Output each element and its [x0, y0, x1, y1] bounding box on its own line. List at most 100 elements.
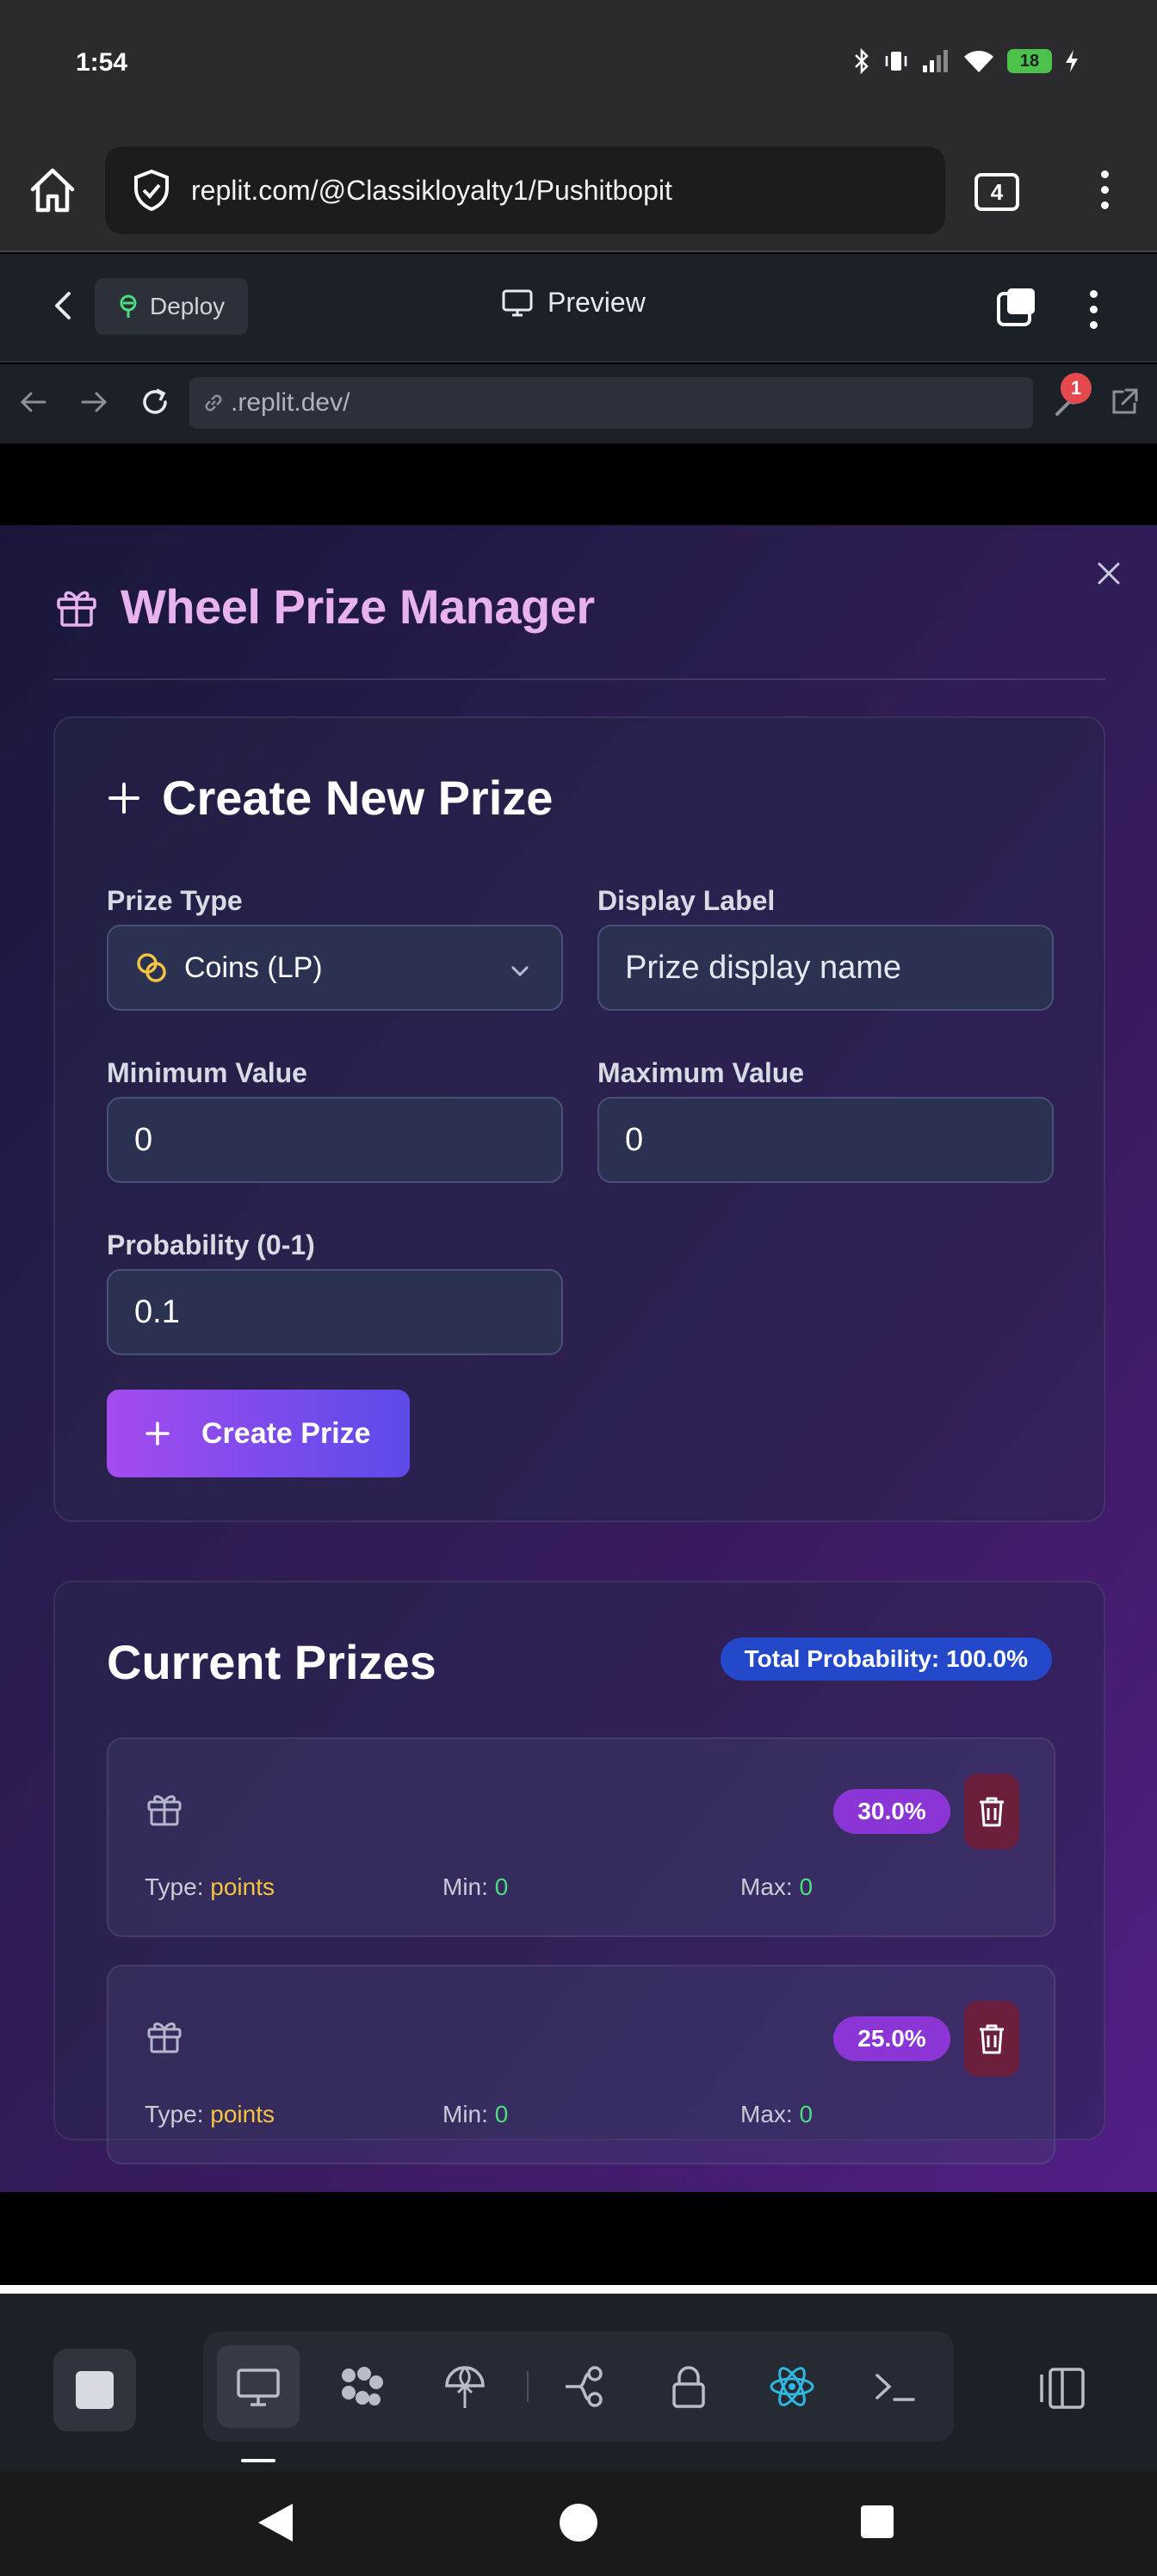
webview-url-text[interactable]: .replit.dev/	[231, 388, 350, 418]
git-branch-icon	[566, 2366, 603, 2407]
current-prizes-title: Current Prizes	[107, 1635, 436, 1689]
nav-back-arrow-icon[interactable]	[15, 385, 50, 419]
browser-menu-icon[interactable]	[1099, 170, 1110, 209]
prize-type-value: points	[210, 2101, 275, 2127]
terminal-icon	[875, 2374, 915, 2401]
signal-icon	[923, 50, 948, 72]
max-value-label: Maximum Value	[597, 1057, 805, 1088]
dock-active-indicator	[241, 2459, 275, 2462]
type-label: Type:	[145, 1873, 204, 1900]
site-security-icon[interactable]	[129, 168, 174, 213]
agent-icon	[342, 2367, 383, 2406]
keyboard-divider	[0, 2285, 1157, 2294]
bluetooth-icon	[855, 48, 869, 74]
prize-type-meta: Type: points	[145, 1873, 275, 1901]
system-recents-icon[interactable]	[861, 2505, 894, 2538]
window-switch-icon[interactable]	[995, 285, 1038, 328]
webview-url-field[interactable]: .replit.dev/	[189, 377, 1033, 429]
gift-icon	[57, 591, 96, 627]
dock-tool-group	[203, 2331, 954, 2442]
battery-indicator: 18	[1007, 49, 1052, 73]
modal-title: Wheel Prize Manager	[121, 579, 595, 634]
browser-toolbar: replit.com/@Classikloyalty1/Pushitbopit …	[0, 129, 1157, 252]
min-value-input[interactable]: 0	[107, 1097, 563, 1183]
deploy-button[interactable]: Deploy	[95, 278, 248, 335]
create-prize-title: Create New Prize	[162, 771, 554, 825]
monitor-icon	[502, 289, 533, 316]
react-icon	[770, 2367, 814, 2406]
prize-type-select[interactable]: Coins (LP)	[107, 925, 563, 1011]
wifi-icon	[964, 50, 993, 72]
prize-min-meta: Min: 0	[442, 1873, 508, 1901]
chevron-down-icon	[510, 965, 529, 977]
gift-icon	[147, 2022, 182, 2053]
dock-deploy-button[interactable]	[424, 2345, 506, 2428]
stop-button[interactable]	[53, 2349, 136, 2431]
plus-icon	[145, 1421, 170, 1446]
nav-forward-arrow-icon[interactable]	[77, 385, 112, 419]
create-prize-button[interactable]: Create Prize	[107, 1390, 410, 1477]
prize-min-value: 0	[494, 1873, 509, 1900]
link-icon	[205, 394, 222, 412]
create-prize-heading: Create New Prize	[107, 770, 553, 826]
gift-icon	[147, 1795, 182, 1826]
replit-dock	[0, 2294, 1157, 2471]
dock-secrets-button[interactable]	[647, 2345, 730, 2428]
dock-shell-button[interactable]	[854, 2345, 937, 2428]
back-chevron-icon[interactable]	[45, 287, 83, 325]
tab-switcher-button[interactable]: 4	[974, 173, 1019, 211]
preview-tab-title: Preview	[501, 287, 646, 319]
delete-prize-button[interactable]	[964, 1774, 1019, 1849]
min-label: Min:	[442, 1873, 488, 1900]
system-back-icon[interactable]	[258, 2504, 293, 2542]
status-bar: 1:54 18	[0, 0, 1157, 129]
max-label: Max:	[740, 2101, 793, 2127]
max-value-input[interactable]: 0	[597, 1097, 1054, 1183]
charging-icon	[1066, 50, 1078, 72]
prize-probability-badge: 30.0%	[833, 1789, 950, 1834]
address-text[interactable]: replit.com/@Classikloyalty1/Pushitbopit	[191, 175, 672, 207]
deploy-icon	[445, 2366, 485, 2408]
open-external-icon[interactable]	[1107, 385, 1142, 419]
type-label: Type:	[145, 2101, 204, 2127]
address-bar[interactable]: replit.com/@Classikloyalty1/Pushitbopit	[105, 146, 945, 234]
dock-react-button[interactable]	[751, 2345, 833, 2428]
prize-min-value: 0	[494, 2101, 509, 2127]
plus-icon	[108, 782, 139, 814]
status-icons: 18	[852, 48, 1080, 74]
dock-agent-button[interactable]	[320, 2345, 403, 2428]
coins-icon	[137, 953, 166, 982]
status-time: 1:54	[76, 48, 128, 77]
prize-type-value: points	[210, 1873, 275, 1900]
modal-header: Wheel Prize Manager	[53, 579, 595, 635]
prize-type-value: Coins (LP)	[184, 951, 323, 984]
prize-max-value: 0	[799, 1873, 814, 1900]
dock-separator	[527, 2371, 529, 2402]
lock-icon	[672, 2366, 705, 2408]
trash-icon	[980, 2024, 1004, 2054]
min-value-label: Minimum Value	[107, 1057, 307, 1088]
system-home-icon[interactable]	[560, 2504, 597, 2542]
replit-header: Deploy Preview	[0, 254, 1157, 362]
dock-preview-button[interactable]	[217, 2345, 300, 2428]
devtools-badge: 1	[1061, 373, 1092, 404]
split-layout-icon[interactable]	[1036, 2362, 1088, 2414]
replit-menu-icon[interactable]	[1088, 290, 1098, 329]
monitor-icon	[237, 2369, 280, 2406]
system-navigation-bar	[0, 2471, 1157, 2576]
prize-max-meta: Max: 0	[740, 1873, 813, 1901]
delete-prize-button[interactable]	[964, 2001, 1019, 2077]
display-label-label: Display Label	[597, 885, 776, 916]
prize-row: 30.0% Type: points Min: 0 Max: 0	[107, 1737, 1055, 1937]
probability-input[interactable]: 0.1	[107, 1269, 563, 1355]
display-label-input[interactable]: Prize display name	[597, 925, 1054, 1011]
deploy-label: Deploy	[150, 293, 226, 319]
max-label: Max:	[740, 1873, 793, 1900]
reload-icon[interactable]	[138, 385, 172, 419]
stop-icon	[76, 2371, 114, 2409]
close-icon[interactable]	[1095, 560, 1123, 587]
home-icon[interactable]	[26, 164, 79, 217]
trash-icon	[980, 1797, 1004, 1827]
current-prizes-card: Current Prizes Total Probability: 100.0%…	[53, 1581, 1105, 2164]
dock-git-button[interactable]	[544, 2345, 627, 2428]
